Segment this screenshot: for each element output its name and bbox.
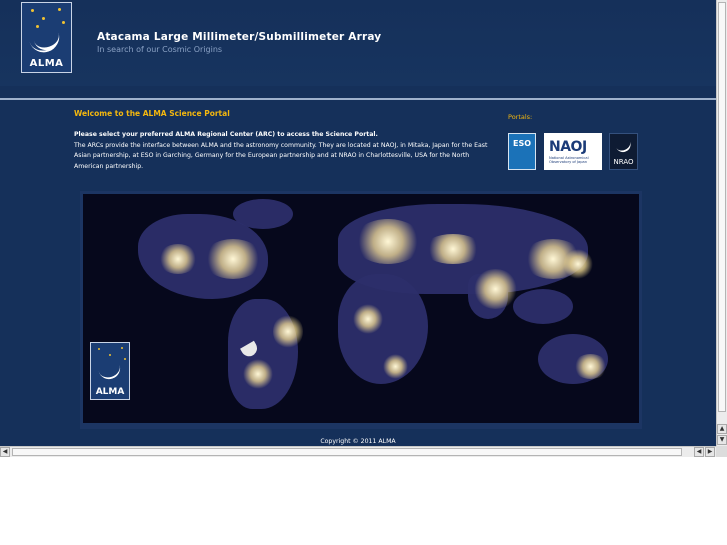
naoj-portal-link[interactable]: NAOJ National Astronomical Observatory o…	[544, 133, 602, 170]
star-icon	[42, 17, 45, 20]
site-header: ALMA Atacama Large Millimeter/Submillime…	[0, 0, 716, 86]
star-icon	[36, 25, 39, 28]
city-lights	[473, 269, 518, 309]
southeast-asia-shape	[513, 289, 573, 324]
map-alma-logo[interactable]: ALMA	[90, 342, 130, 400]
naoj-logo-subtext: National Astronomical Observatory of Jap…	[549, 156, 589, 165]
city-lights	[203, 239, 263, 279]
nrao-logo-text: NRAO	[613, 158, 634, 166]
eso-portal-link[interactable]: ESO	[508, 133, 536, 170]
antenna-dish-icon	[97, 359, 123, 383]
star-icon	[124, 358, 126, 360]
city-lights	[353, 219, 423, 264]
eso-logo-text: ESO	[512, 139, 532, 148]
city-lights	[573, 354, 608, 379]
page-viewport: ALMA Atacama Large Millimeter/Submillime…	[0, 0, 716, 446]
horizontal-scrollbar[interactable]: ◀ ◀ ▶	[0, 446, 716, 457]
map-logo-text: ALMA	[95, 387, 125, 397]
arrow-left-icon[interactable]: ◀	[694, 447, 704, 457]
arrow-left-icon[interactable]: ◀	[0, 447, 10, 457]
star-icon	[31, 9, 34, 12]
scrollbar-corner	[716, 446, 727, 457]
vertical-scrollbar[interactable]: ▲ ▼	[716, 0, 727, 446]
arrow-down-icon[interactable]: ▼	[717, 435, 727, 445]
alma-logo[interactable]: ALMA	[21, 2, 72, 73]
greenland-shape	[233, 199, 293, 229]
welcome-body: The ARCs provide the interface between A…	[74, 141, 488, 170]
arrow-right-icon[interactable]: ▶	[705, 447, 715, 457]
vertical-scroll-thumb[interactable]	[718, 2, 726, 412]
header-divider	[0, 98, 716, 100]
logo-text: ALMA	[29, 58, 64, 69]
star-icon	[121, 347, 123, 349]
city-lights	[353, 304, 383, 334]
welcome-heading: Welcome to the ALMA Science Portal	[74, 109, 230, 118]
star-icon	[98, 348, 100, 350]
city-lights	[243, 359, 273, 389]
copyright-text: Copyright © 2011 ALMA	[320, 438, 396, 445]
city-lights	[563, 249, 593, 279]
world-night-map	[83, 194, 639, 423]
star-icon	[62, 21, 65, 24]
nrao-portal-link[interactable]: NRAO	[609, 133, 638, 170]
star-icon	[58, 8, 61, 11]
city-lights	[158, 244, 198, 274]
antenna-marker-icon	[240, 340, 260, 360]
arrow-up-icon[interactable]: ▲	[717, 424, 727, 434]
naoj-logo-text: NAOJ	[549, 139, 587, 155]
portals-label: Portals:	[508, 113, 533, 121]
nrao-arc-icon	[613, 136, 634, 155]
star-icon	[109, 354, 111, 356]
welcome-text: Please select your preferred ALMA Region…	[74, 130, 494, 172]
city-lights	[383, 354, 408, 379]
welcome-lead: Please select your preferred ALMA Region…	[74, 131, 378, 138]
horizontal-scroll-thumb[interactable]	[12, 448, 682, 456]
site-subtitle: In search of our Cosmic Origins	[97, 45, 223, 54]
antenna-dish-icon	[240, 340, 260, 360]
city-lights	[423, 234, 483, 264]
site-title: Atacama Large Millimeter/Submillimeter A…	[97, 31, 382, 43]
city-lights	[273, 314, 303, 349]
